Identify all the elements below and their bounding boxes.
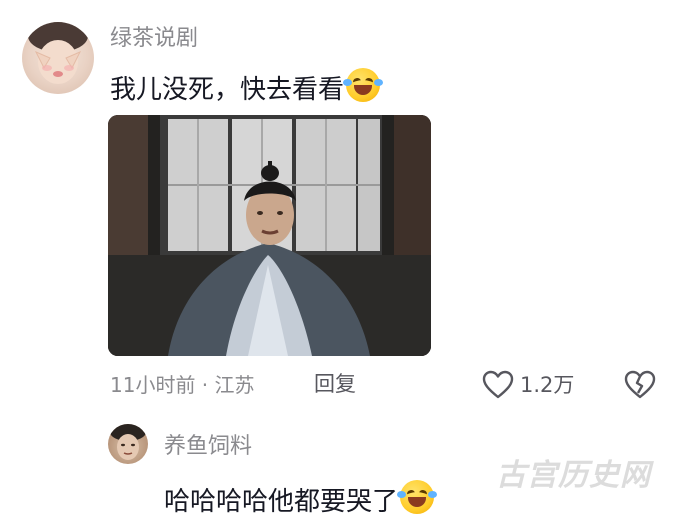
- avatar[interactable]: [22, 22, 94, 94]
- reply-text: 哈哈哈哈他都要哭了: [164, 480, 438, 517]
- laugh-cry-emoji-icon: [343, 68, 384, 102]
- comment-image[interactable]: [108, 115, 431, 356]
- broken-heart-icon: [624, 370, 656, 399]
- comment-text: 我儿没死，快去看看: [110, 68, 384, 105]
- reply-username[interactable]: 养鱼饲料: [164, 436, 252, 458]
- reply-text-body: 哈哈哈哈他都要哭了: [164, 487, 399, 517]
- comment-username[interactable]: 绿茶说剧: [110, 28, 198, 50]
- comment-text-body: 我儿没死，快去看看: [110, 75, 345, 105]
- reply-button[interactable]: 回复: [314, 374, 356, 395]
- comment-time-location: 11小时前 · 江苏: [110, 373, 255, 397]
- like-count: 1.2万: [520, 372, 575, 397]
- like-button[interactable]: 1.2万: [482, 370, 574, 400]
- site-watermark: 古宫历史网: [496, 458, 651, 493]
- reply-avatar[interactable]: [108, 424, 148, 464]
- dislike-button[interactable]: [624, 370, 656, 400]
- laugh-cry-emoji-icon: [397, 480, 438, 514]
- heart-icon: [482, 370, 514, 399]
